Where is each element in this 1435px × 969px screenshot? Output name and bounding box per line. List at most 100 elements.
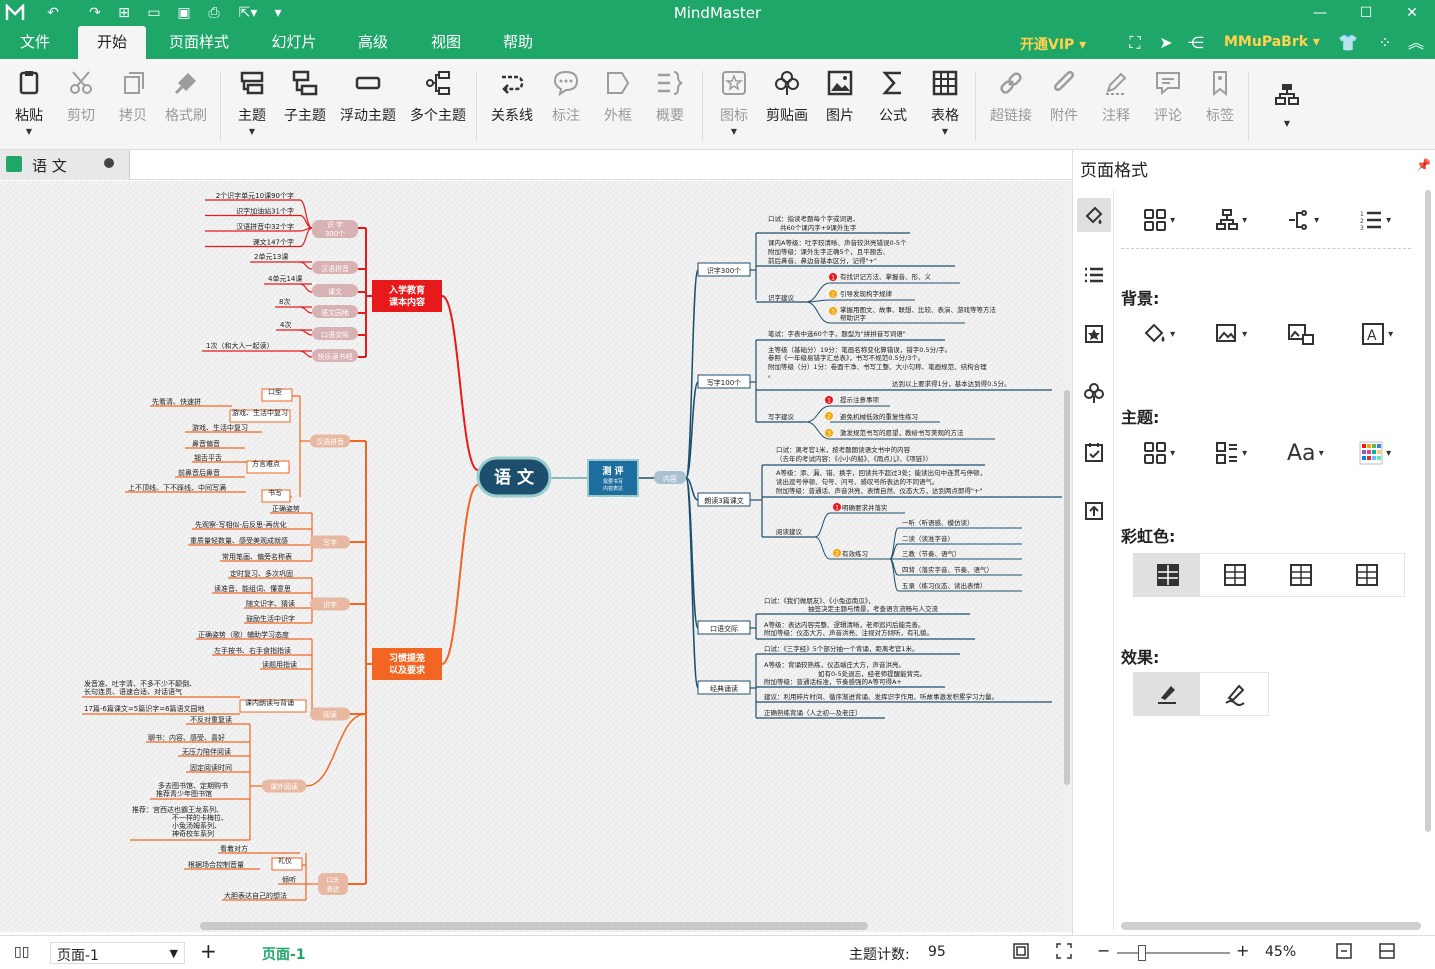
task-side-icon[interactable] bbox=[1077, 435, 1111, 469]
leaf-topic[interactable]: 读准音、能组词、懂意思 bbox=[214, 584, 291, 593]
add-page-button[interactable]: + bbox=[200, 939, 217, 963]
fit-page-icon[interactable] bbox=[1012, 942, 1030, 964]
theme-button[interactable]: ▾ bbox=[1143, 437, 1175, 469]
subtopic-label[interactable]: 识字300个 bbox=[707, 266, 741, 275]
leaf-topic[interactable]: 达到以上要求得1分，基本达到得0.5分。 bbox=[892, 379, 1010, 388]
leaf-topic[interactable]: 课文147个字 bbox=[253, 238, 294, 247]
leaf-topic[interactable]: 重质量轻数量、感受美观成就感 bbox=[190, 536, 288, 545]
leaf-topic[interactable]: 大胆表达自己的想法 bbox=[224, 891, 287, 900]
page-format-side-icon[interactable] bbox=[1077, 198, 1111, 232]
tab-advanced[interactable]: 高级 bbox=[345, 26, 401, 59]
collapse-ribbon-icon[interactable]: ︽ bbox=[1406, 33, 1426, 53]
leaf-topic[interactable]: 阅读建议 bbox=[776, 527, 803, 536]
rainbow-option-icon-1[interactable] bbox=[1156, 563, 1180, 587]
close-button[interactable]: ✕ bbox=[1389, 0, 1435, 26]
leaf-topic[interactable]: 小兔汤姆系列、 bbox=[172, 821, 221, 830]
rainbow-option-icon-3[interactable] bbox=[1289, 563, 1313, 587]
leaf-topic[interactable]: 引导发现构字规律 bbox=[840, 289, 893, 298]
leaf-topic[interactable]: 长句连贯、语速合适、对话语气 bbox=[84, 687, 182, 696]
subtopic-label[interactable]: 300个 bbox=[325, 230, 345, 238]
leaf-topic[interactable]: 正确姿势 bbox=[272, 504, 300, 513]
leaf-topic[interactable]: 先看清、快速拼 bbox=[152, 397, 201, 406]
unsaved-dot-icon[interactable] bbox=[104, 158, 114, 168]
priority-number[interactable]: 1 bbox=[827, 398, 831, 405]
leaf-topic[interactable]: 附加等级：普通话标准，节奏感强的A等可得A+ bbox=[764, 677, 902, 686]
main-topic-label[interactable]: 入学教育 bbox=[388, 284, 425, 296]
subtopic-label[interactable]: 写字 bbox=[323, 538, 337, 547]
subtopic-label[interactable]: 口语交际 bbox=[321, 330, 349, 339]
priority-number[interactable]: 3 bbox=[827, 431, 831, 438]
leaf-topic[interactable]: 识字加油站31个字 bbox=[236, 207, 294, 216]
leaf-topic[interactable]: 倾听 bbox=[282, 875, 296, 884]
send-icon[interactable]: ➤ bbox=[1156, 33, 1176, 53]
user-menu[interactable]: MMuPaBrk ▾ bbox=[1224, 34, 1320, 50]
main-topic-label[interactable]: 以及要求 bbox=[389, 664, 426, 676]
document-tab[interactable]: 语 文 bbox=[0, 150, 130, 180]
leaf-topic[interactable]: 写字建议 bbox=[768, 412, 795, 421]
leaf-topic[interactable]: 1次（和大人一起读） bbox=[206, 341, 273, 350]
leaf-topic[interactable]: 聊书：内容、感受、喜好 bbox=[148, 733, 225, 742]
leaf-topic[interactable]: 4次 bbox=[280, 320, 291, 329]
subtopic-label[interactable]: 课文 bbox=[328, 287, 342, 296]
leaf-topic[interactable]: 口试：《三字经》5个部分抽一个背诵，距离考官1米。 bbox=[764, 644, 919, 653]
leaf-topic[interactable]: 礼仪 bbox=[278, 856, 292, 865]
clipart-side-icon[interactable] bbox=[1077, 376, 1111, 410]
leaf-topic[interactable]: 明确要求并落实 bbox=[842, 503, 888, 512]
leaf-topic[interactable]: 方言难点 bbox=[252, 459, 280, 468]
leaf-topic[interactable]: 4单元14课 bbox=[268, 274, 302, 283]
leaf-topic[interactable]: 二读（读准字音） bbox=[902, 534, 954, 543]
priority-number[interactable]: 2 bbox=[835, 551, 839, 558]
zoom-level[interactable]: 45% bbox=[1265, 944, 1296, 960]
format-brush-button[interactable]: 格式刷 bbox=[151, 69, 221, 144]
background-image-button[interactable]: ▾ bbox=[1215, 318, 1247, 350]
collapse-status-icon[interactable] bbox=[1378, 942, 1396, 964]
leaf-topic[interactable]: 附加等级：仪态大方、声音洪亮、注视对方倾听，有礼貌。 bbox=[764, 628, 933, 637]
leaf-topic[interactable]: 掌握用图文、故事、联想、比较、表演、游戏等等方法 bbox=[840, 305, 997, 314]
subtopic-label[interactable]: 经典诵读 bbox=[710, 684, 738, 693]
tab-view[interactable]: 视图 bbox=[418, 26, 474, 59]
leaf-topic[interactable]: A等级：背诵较熟练，仪态端庄大方，声音洪亮。 bbox=[764, 660, 905, 669]
leaf-topic[interactable]: 汉语拼音中32个字 bbox=[236, 222, 294, 231]
table-button[interactable]: 表格 ▼ bbox=[910, 69, 980, 144]
leaf-topic[interactable]: 附加等级：课外生字正确5个，且平翘舌、 bbox=[768, 247, 889, 256]
main-topic-label[interactable]: 需要书写 bbox=[603, 478, 623, 485]
main-topic-label[interactable]: 内容表达 bbox=[603, 485, 623, 492]
leaf-topic[interactable]: 主等级（基础分）19分：笔画名称变化算错误，错字0.5分/字。 bbox=[768, 345, 951, 354]
apps-icon[interactable]: ⁘ bbox=[1375, 33, 1395, 53]
subtopic-label[interactable]: 识字 bbox=[323, 600, 337, 609]
leaf-topic[interactable]: 前鼻音后鼻音 bbox=[178, 468, 220, 477]
subtopic-label[interactable]: 汉语拼音 bbox=[321, 264, 349, 273]
rainbow-option-icon-2[interactable] bbox=[1223, 563, 1247, 587]
leaf-topic[interactable]: 推荐青少年图书馆 bbox=[156, 789, 212, 798]
leaf-topic[interactable]: 。 bbox=[768, 371, 775, 379]
leaf-topic[interactable]: 不一样的卡梅拉、 bbox=[172, 813, 228, 822]
subtopic-label[interactable]: 课外阅读 bbox=[270, 782, 298, 791]
leaf-topic[interactable]: 鼓励生活中识字 bbox=[246, 614, 295, 623]
fit-width-icon[interactable] bbox=[1335, 942, 1353, 964]
leaf-topic[interactable]: 附加等级（分）1分：卷面干净、书写工整、大小匀称、笔画规范、结构合理 bbox=[768, 362, 987, 371]
leaf-topic[interactable]: 三教（节奏、语气） bbox=[902, 549, 961, 558]
panel-scrollbar[interactable] bbox=[1121, 922, 1421, 930]
layout-button[interactable]: ▼ bbox=[1262, 69, 1312, 144]
leaf-topic[interactable]: 神奇校车系列 bbox=[172, 829, 214, 838]
effect-option-1[interactable] bbox=[1133, 672, 1200, 716]
export-side-icon[interactable] bbox=[1077, 494, 1111, 528]
subtopic-label[interactable]: 写字100个 bbox=[707, 378, 741, 387]
leaf-topic[interactable]: 读题用指读 bbox=[262, 660, 297, 669]
subtopic-button[interactable]: 子主题 bbox=[270, 69, 340, 144]
effect-option-2[interactable] bbox=[1201, 672, 1268, 716]
leaf-topic[interactable]: 激发规范书写的愿望，教给书写美观的方法 bbox=[840, 428, 964, 437]
leaf-topic[interactable]: 定时复习、多次巩固 bbox=[230, 569, 293, 578]
leaf-topic[interactable]: 参照《一年级易错字汇总表》，书写不规范0.5分/3个。 bbox=[768, 353, 924, 362]
zoom-in-button[interactable]: + bbox=[1236, 941, 1249, 960]
connector-style-button[interactable]: ▾ bbox=[1287, 204, 1319, 236]
leaf-topic[interactable]: 无压力陪伴阅读 bbox=[182, 747, 231, 756]
leaf-topic[interactable]: 翘舌平舌 bbox=[194, 453, 222, 462]
priority-number[interactable]: 2 bbox=[827, 414, 831, 421]
main-topic-label[interactable]: 习惯提笼 bbox=[389, 652, 425, 664]
leaf-topic[interactable]: 共60个课内字+9课外生字 bbox=[780, 223, 857, 232]
leaf-topic[interactable]: 游戏、生活中复习 bbox=[192, 423, 248, 432]
fullscreen-view-icon[interactable] bbox=[1055, 942, 1073, 964]
structure-button[interactable]: ▾ bbox=[1215, 204, 1247, 236]
subtopic-label[interactable]: 内容 bbox=[663, 474, 677, 483]
